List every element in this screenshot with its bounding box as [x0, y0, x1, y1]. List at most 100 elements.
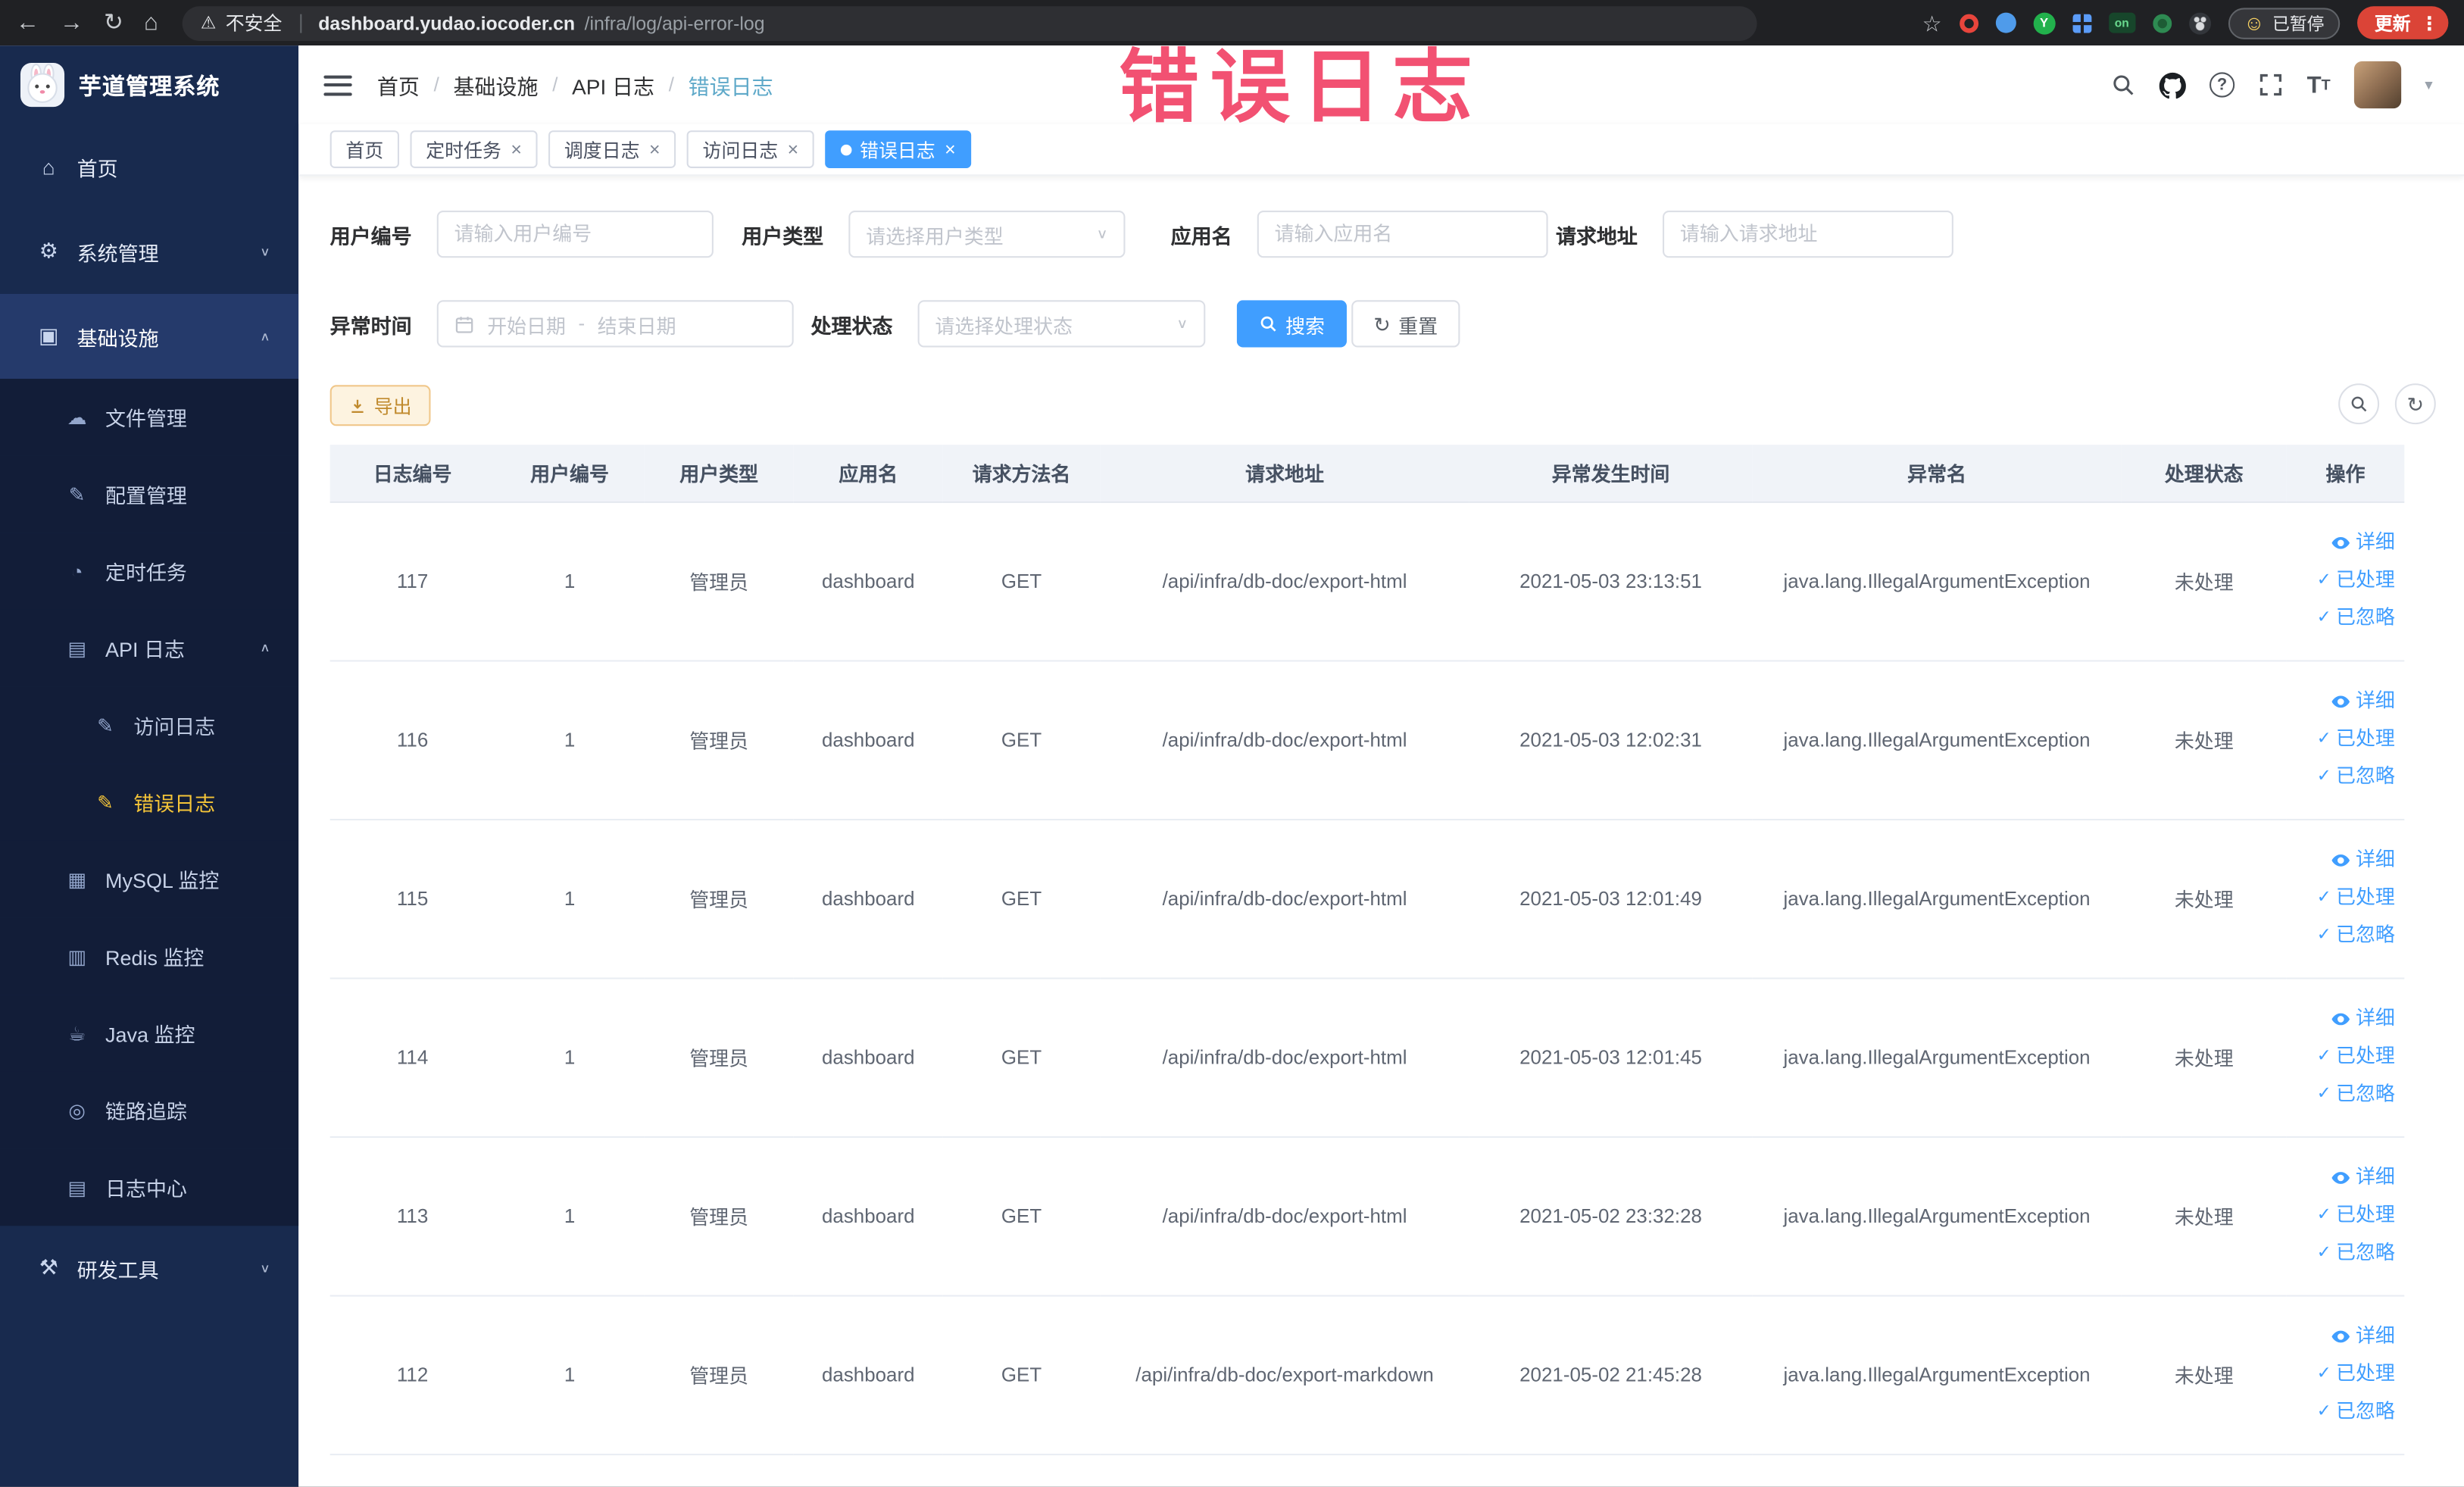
- tab-job-log[interactable]: 调度日志 ×: [548, 130, 676, 168]
- date-range-picker[interactable]: 开始日期 - 结束日期: [436, 300, 794, 348]
- github-icon[interactable]: [2159, 71, 2186, 98]
- sidebar-item-trace[interactable]: ◎ 链路追踪: [0, 1071, 299, 1149]
- action-ignored-link[interactable]: ✓ 已忽略: [2317, 601, 2395, 637]
- tab-close-icon[interactable]: ×: [788, 139, 799, 161]
- back-icon[interactable]: ←: [16, 11, 39, 35]
- chevron-down-icon: ∨: [1096, 226, 1108, 242]
- address-bar[interactable]: ⚠ 不安全 dashboard.yudao.iocoder.cn/infra/l…: [181, 5, 1757, 40]
- action-processed-link[interactable]: ✓ 已处理: [2317, 880, 2395, 917]
- cell-log-id: 114: [329, 977, 495, 1138]
- on-badge-extension-icon[interactable]: on: [2108, 12, 2135, 33]
- chevron-down-icon: ∨: [1176, 316, 1188, 332]
- request-url-input[interactable]: [1663, 211, 1953, 258]
- sidebar-item-java[interactable]: ☕ Java 监控: [0, 995, 299, 1072]
- action-ignored-link[interactable]: ✓ 已忽略: [2317, 759, 2395, 795]
- log-center-icon: ▤: [67, 1176, 86, 1199]
- refresh-table-button[interactable]: ↻: [2394, 383, 2436, 425]
- adblock-extension-icon[interactable]: [1959, 13, 1978, 33]
- action-detail-link[interactable]: 详细: [2331, 1001, 2395, 1038]
- update-button[interactable]: 更新 ⋮: [2357, 6, 2449, 39]
- grid-extension-icon[interactable]: [2072, 13, 2091, 33]
- tab-close-icon[interactable]: ×: [649, 139, 661, 161]
- action-ignored-link[interactable]: ✓ 已忽略: [2317, 918, 2395, 954]
- toggle-search-button[interactable]: [2338, 383, 2380, 425]
- paused-button[interactable]: ☺ 已暂停: [2228, 7, 2341, 39]
- font-size-icon[interactable]: TT: [2307, 71, 2331, 98]
- fullscreen-icon[interactable]: [2258, 72, 2283, 97]
- breadcrumb-item[interactable]: 基础设施: [454, 69, 539, 100]
- action-label: 已处理: [2336, 727, 2395, 750]
- sidebar-item-infra[interactable]: ▣ 基础设施 ∧: [0, 293, 299, 380]
- tab-close-icon[interactable]: ×: [945, 139, 956, 161]
- sidebar-item-mysql[interactable]: ▦ MySQL 监控: [0, 840, 299, 918]
- leaf-extension-icon[interactable]: [2152, 13, 2172, 33]
- action-processed-link[interactable]: ✓ 已处理: [2317, 1198, 2395, 1234]
- action-detail-link[interactable]: 详细: [2331, 842, 2395, 879]
- action-ignored-link[interactable]: ✓ 已忽略: [2317, 1076, 2395, 1113]
- process-status-select[interactable]: 请选择处理状态 ∨: [917, 300, 1206, 348]
- paw-extension-icon[interactable]: [2188, 11, 2211, 34]
- pin-extension-icon[interactable]: [1995, 12, 2016, 33]
- tab-label: 定时任务: [426, 139, 501, 161]
- sidebar-toggle-icon[interactable]: [323, 74, 352, 95]
- sidebar-item-redis[interactable]: ▥ Redis 监控: [0, 917, 299, 995]
- action-detail-link[interactable]: 详细: [2331, 1319, 2395, 1355]
- tab-error-log[interactable]: 错误日志 ×: [825, 130, 972, 168]
- sidebar-item-api-log[interactable]: ▤ API 日志 ∧: [0, 609, 299, 687]
- action-ignored-link[interactable]: ✓ 已忽略: [2317, 1394, 2395, 1430]
- browser-menu-icon[interactable]: ⋮: [2420, 12, 2439, 34]
- sidebar-item-file[interactable]: ☁ 文件管理: [0, 379, 299, 456]
- exception-time-label: 异常时间: [329, 313, 412, 338]
- action-detail-link[interactable]: 详细: [2331, 683, 2395, 720]
- action-processed-link[interactable]: ✓ 已处理: [2317, 1039, 2395, 1075]
- check-icon: ✓: [2316, 1243, 2331, 1262]
- tab-access-log[interactable]: 访问日志 ×: [686, 130, 814, 168]
- cell-user-type: 管理员: [644, 818, 794, 979]
- tab-job[interactable]: 定时任务 ×: [410, 130, 538, 168]
- action-processed-link[interactable]: ✓ 已处理: [2317, 563, 2395, 599]
- reload-icon[interactable]: ↻: [104, 11, 123, 35]
- tab-home[interactable]: 首页: [329, 130, 400, 168]
- user-type-label: 用户类型: [742, 223, 824, 248]
- user-type-select[interactable]: 请选择用户类型 ∨: [848, 211, 1126, 258]
- tab-close-icon[interactable]: ×: [511, 139, 522, 161]
- eye-icon: [2331, 1168, 2351, 1189]
- action-detail-link[interactable]: 详细: [2331, 1160, 2395, 1196]
- tab-label: 首页: [345, 139, 384, 161]
- column-header: 用户类型: [644, 445, 794, 502]
- bookmark-star-icon[interactable]: ☆: [1922, 12, 1942, 34]
- action-ignored-link[interactable]: ✓ 已忽略: [2317, 1236, 2395, 1272]
- cell-actions: 详细 ✓ 已处理 ✓ 已忽略: [2286, 660, 2405, 820]
- breadcrumb-item[interactable]: 首页: [377, 69, 420, 100]
- search-icon[interactable]: [2110, 72, 2135, 97]
- sidebar-item-job[interactable]: ◔ 定时任务: [0, 533, 299, 610]
- cell-user-id: 1: [495, 1295, 645, 1455]
- sidebar-item-dev-tools[interactable]: ⚒ 研发工具 ∨: [0, 1226, 298, 1310]
- sidebar-item-log-center[interactable]: ▤ 日志中心: [0, 1148, 299, 1226]
- app-name-input[interactable]: [1257, 211, 1548, 258]
- cell-time: 2021-05-02 21:45:28: [1469, 1295, 1753, 1455]
- cell-method: GET: [942, 977, 1101, 1138]
- search-button[interactable]: 搜索: [1236, 300, 1348, 348]
- help-icon[interactable]: ?: [2209, 72, 2235, 98]
- sidebar-item-access-log[interactable]: ✎ 访问日志: [0, 686, 299, 764]
- action-label: 详细: [2355, 531, 2395, 554]
- action-processed-link[interactable]: ✓ 已处理: [2317, 721, 2395, 758]
- row-actions: 详细 ✓ 已处理 ✓ 已忽略: [2296, 842, 2395, 954]
- action-processed-link[interactable]: ✓ 已处理: [2317, 1356, 2395, 1392]
- avatar[interactable]: [2353, 61, 2402, 109]
- table-row: 116 1 管理员 dashboard GET/api/infra/db-doc/exp…: [329, 660, 2405, 820]
- sidebar-item-home[interactable]: ⌂ 首页: [0, 124, 298, 209]
- breadcrumb-item[interactable]: API 日志: [572, 69, 654, 100]
- export-button[interactable]: 导出: [329, 385, 431, 426]
- action-detail-link[interactable]: 详细: [2331, 525, 2395, 561]
- reset-button[interactable]: ↻ 重置: [1351, 300, 1460, 348]
- sidebar-item-error-log[interactable]: ✎ 错误日志: [0, 764, 299, 841]
- forward-icon[interactable]: →: [60, 11, 83, 35]
- y-extension-icon[interactable]: Y: [2033, 11, 2056, 34]
- home-icon[interactable]: ⌂: [144, 11, 158, 35]
- check-icon: ✓: [2316, 1401, 2331, 1421]
- sidebar-item-system[interactable]: ⚙ 系统管理 ∨: [0, 209, 298, 294]
- user-id-input[interactable]: [436, 211, 714, 258]
- sidebar-item-config[interactable]: ✎ 配置管理: [0, 455, 299, 533]
